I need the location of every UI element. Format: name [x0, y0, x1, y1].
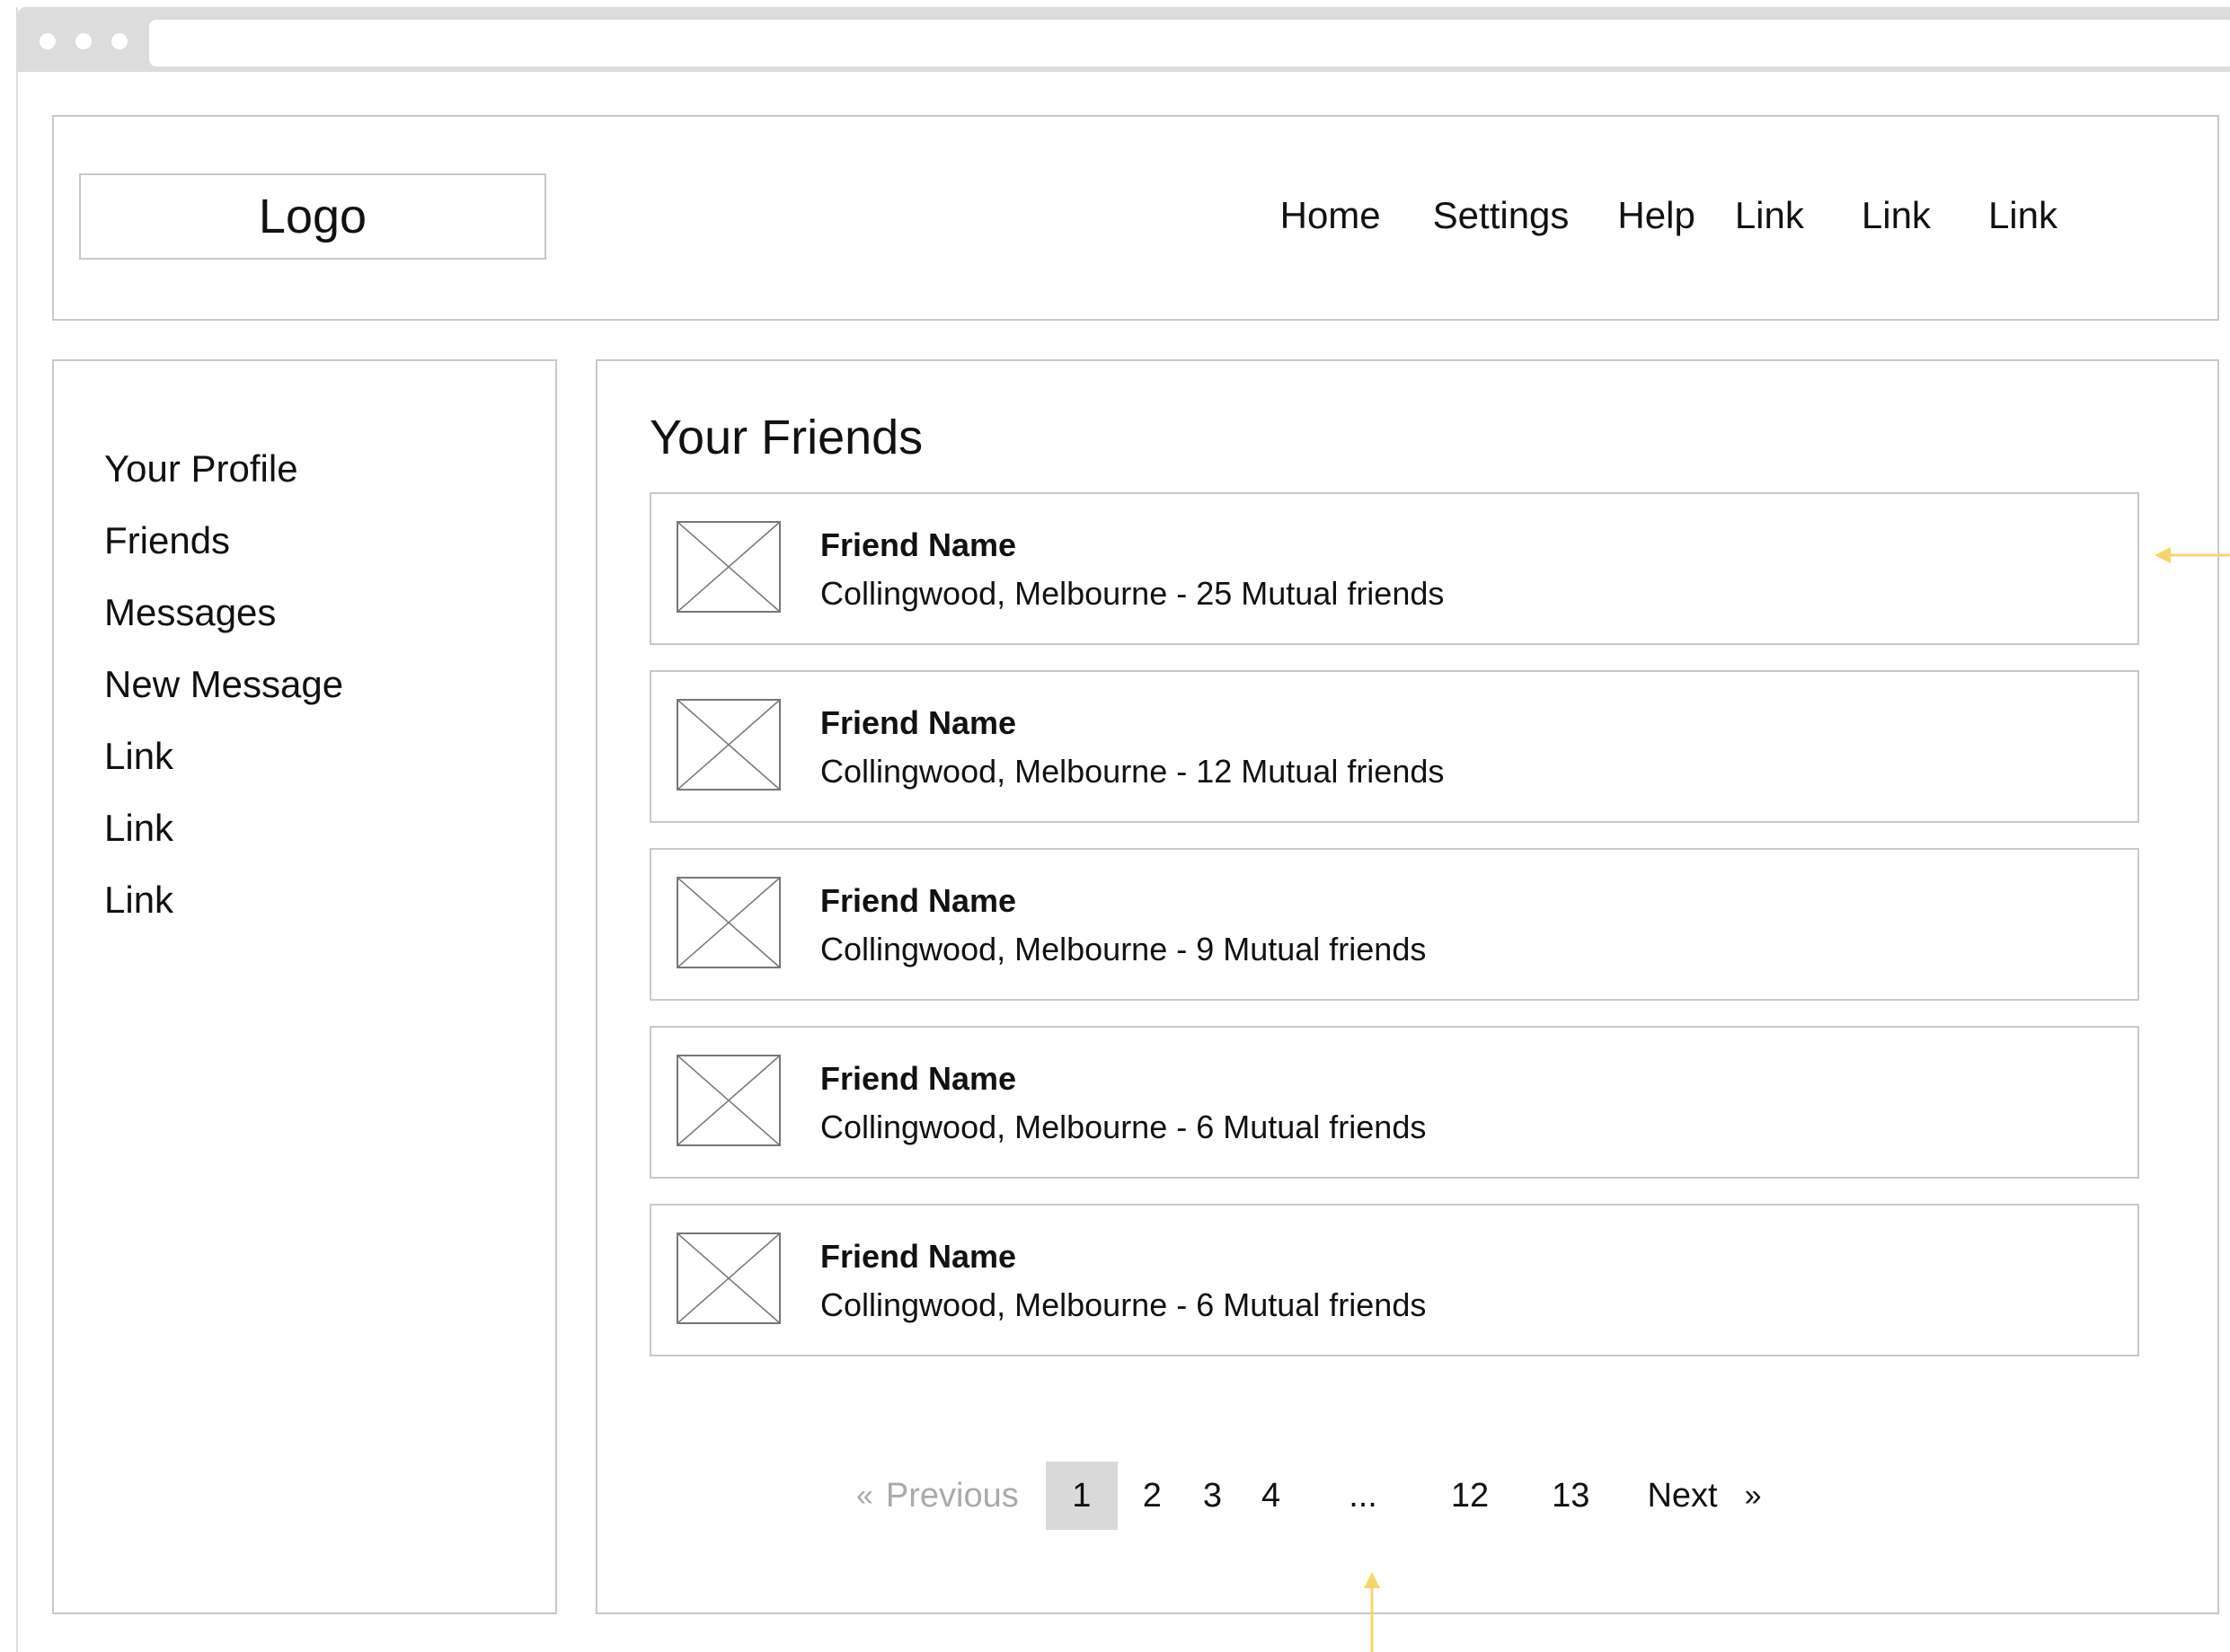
page-12-button[interactable]: 12: [1422, 1462, 1518, 1530]
friend-card[interactable]: Friend Name Collingwood, Melbourne - 6 M…: [650, 1026, 2139, 1179]
image-placeholder-icon: [677, 877, 781, 968]
sidebar-item-link[interactable]: Link: [104, 720, 555, 792]
address-bar[interactable]: [149, 20, 2230, 66]
sidebar-item-new-message[interactable]: New Message: [104, 649, 555, 720]
friend-meta: Collingwood, Melbourne - 9 Mutual friend…: [820, 931, 1427, 967]
sidebar-item-messages[interactable]: Messages: [104, 577, 555, 649]
nav-link-help[interactable]: Help: [1617, 194, 1695, 237]
friend-name[interactable]: Friend Name: [820, 704, 1016, 742]
browser-chrome: [18, 7, 2230, 72]
friend-name[interactable]: Friend Name: [820, 526, 1016, 564]
friend-card[interactable]: Friend Name Collingwood, Melbourne - 6 M…: [650, 1204, 2139, 1356]
nav-link-home[interactable]: Home: [1280, 194, 1381, 237]
sidebar-item-your-profile[interactable]: Your Profile: [104, 433, 555, 505]
page-title: Your Friends: [650, 411, 924, 464]
next-label: Next: [1647, 1476, 1718, 1515]
nav-link[interactable]: Link: [1988, 194, 2057, 237]
logo[interactable]: Logo: [79, 173, 546, 260]
friend-card[interactable]: Friend Name Collingwood, Melbourne - 12 …: [650, 670, 2139, 823]
friend-card[interactable]: Friend Name Collingwood, Melbourne - 25 …: [650, 492, 2139, 645]
sidebar-item-link[interactable]: Link: [104, 864, 555, 936]
site-header: Logo Home Settings Help Link Link Link: [52, 115, 2219, 321]
page-3-button[interactable]: 3: [1187, 1462, 1238, 1530]
nav-link[interactable]: Link: [1735, 194, 1804, 237]
window-dot-icon[interactable]: [75, 33, 92, 49]
sidebar: Your Profile Friends Messages New Messag…: [52, 359, 557, 1614]
logo-label: Logo: [258, 190, 367, 243]
friend-name[interactable]: Friend Name: [820, 1060, 1016, 1098]
double-chevron-left-icon: «: [856, 1478, 873, 1513]
friend-meta: Collingwood, Melbourne - 25 Mutual frien…: [820, 575, 1445, 612]
previous-page-button[interactable]: « Previous: [822, 1462, 1046, 1530]
friend-meta: Collingwood, Melbourne - 12 Mutual frien…: [820, 753, 1445, 790]
previous-label: Previous: [885, 1476, 1019, 1515]
page-ellipsis: ...: [1349, 1476, 1377, 1515]
image-placeholder-icon: [677, 521, 781, 613]
page-1-button[interactable]: 1: [1045, 1462, 1118, 1530]
sidebar-item-link[interactable]: Link: [104, 792, 555, 864]
top-nav: Home Settings Help Link Link Link: [1280, 189, 2057, 243]
friend-name[interactable]: Friend Name: [820, 882, 1016, 920]
next-page-button[interactable]: Next »: [1624, 1462, 1795, 1530]
window-dot-icon[interactable]: [111, 33, 128, 49]
pagination: « Previous 1 2 3 4 ... 12 13 Next »: [822, 1462, 1796, 1530]
friend-meta: Collingwood, Melbourne - 6 Mutual friend…: [820, 1109, 1427, 1145]
friend-list: Friend Name Collingwood, Melbourne - 25 …: [650, 492, 2139, 1382]
window-dot-icon[interactable]: [40, 33, 56, 49]
image-placeholder-icon: [677, 1232, 781, 1324]
sidebar-item-friends[interactable]: Friends: [104, 505, 555, 577]
arrow-icon: [1364, 1572, 1380, 1652]
friend-name[interactable]: Friend Name: [820, 1238, 1016, 1276]
page-2-button[interactable]: 2: [1118, 1462, 1187, 1530]
image-placeholder-icon: [677, 1055, 781, 1146]
double-chevron-right-icon: »: [1744, 1478, 1762, 1513]
page-13-button[interactable]: 13: [1518, 1462, 1624, 1530]
page-4-button[interactable]: 4: [1238, 1462, 1304, 1530]
nav-link[interactable]: Link: [1862, 194, 1931, 237]
friend-meta: Collingwood, Melbourne - 6 Mutual friend…: [820, 1286, 1427, 1323]
friend-card[interactable]: Friend Name Collingwood, Melbourne - 9 M…: [650, 848, 2139, 1001]
main-content: Your Friends Friend Name Collingwood, Me…: [596, 359, 2219, 1614]
nav-link-settings[interactable]: Settings: [1433, 194, 1570, 237]
arrow-icon: [2155, 547, 2230, 563]
image-placeholder-icon: [677, 699, 781, 791]
